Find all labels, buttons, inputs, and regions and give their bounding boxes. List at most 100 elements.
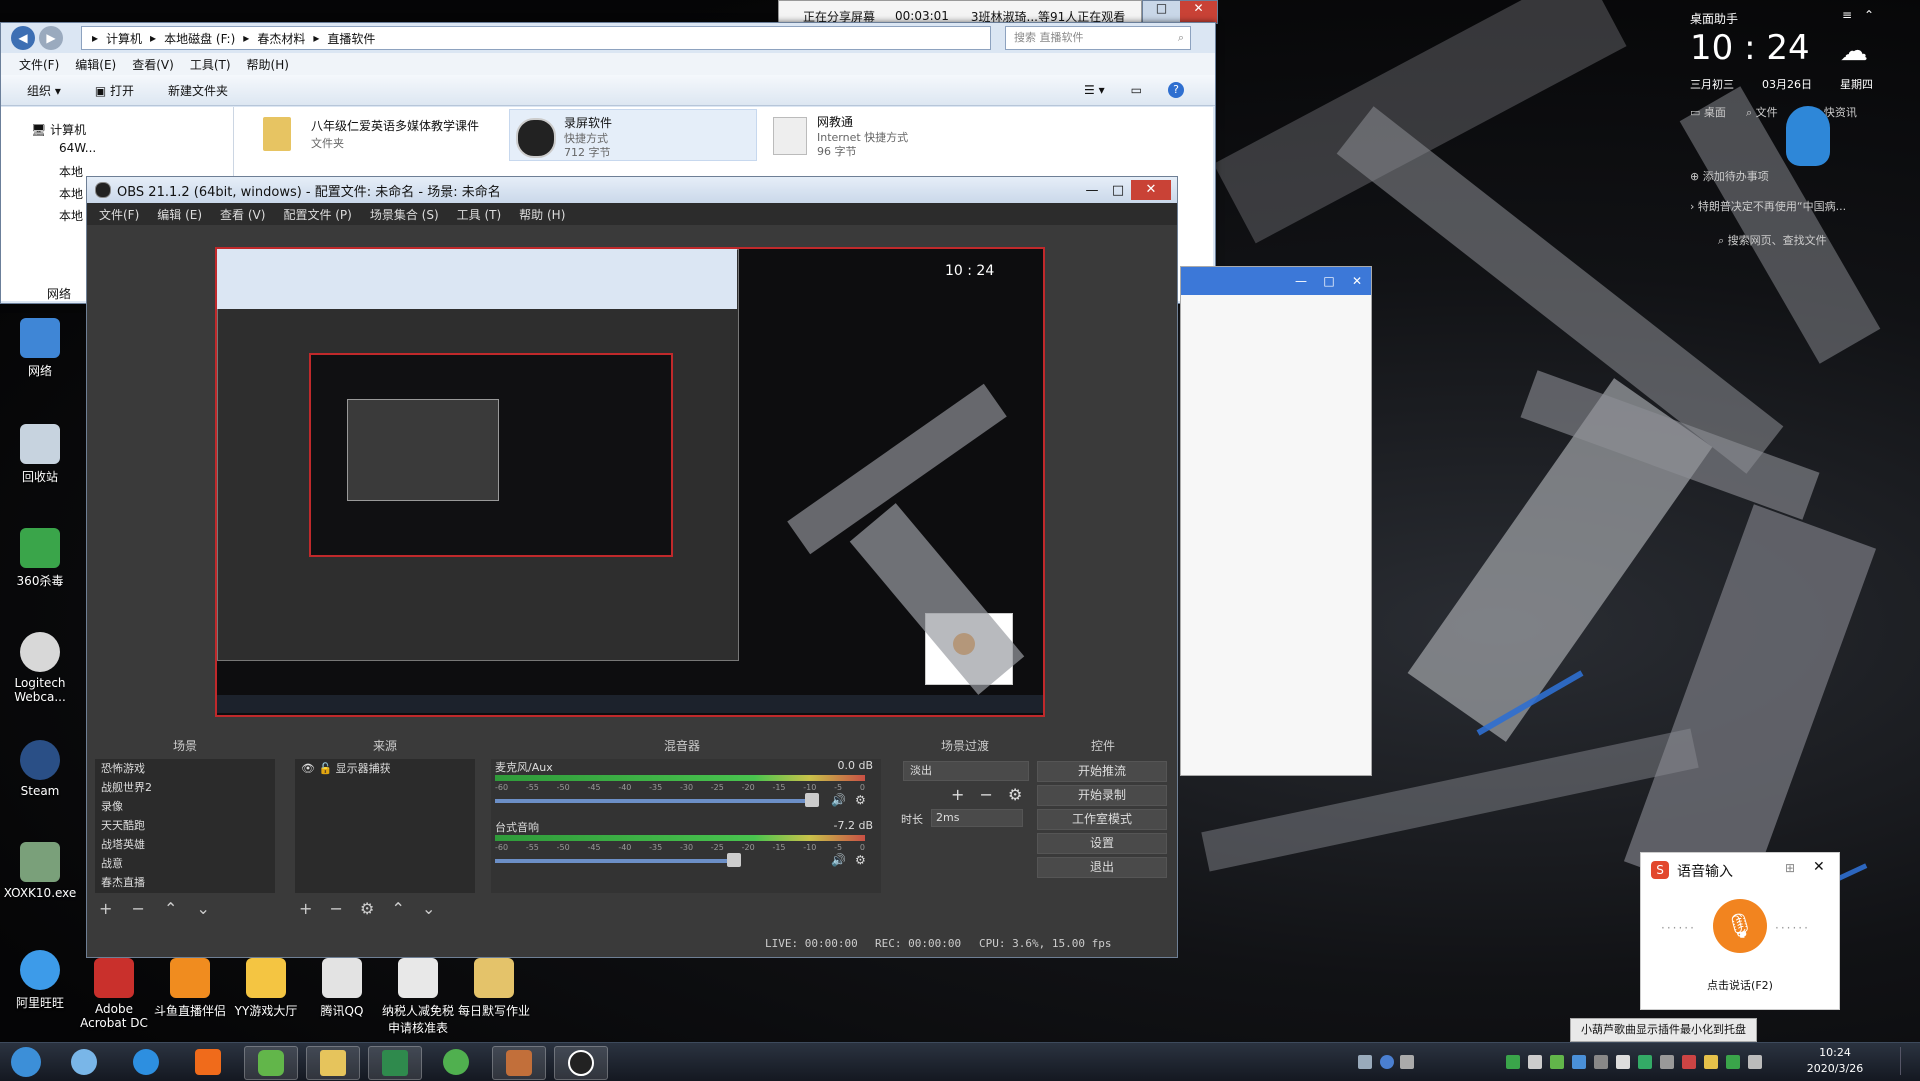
breadcrumb-item[interactable]: 春杰材料: [257, 30, 305, 47]
address-bar[interactable]: ▸ 计算机 ▸ 本地磁盘 (F:) ▸ 春杰材料 ▸ 直播软件: [81, 26, 991, 50]
speaker-icon[interactable]: 🔊: [831, 793, 846, 807]
voice-input-close-icon[interactable]: ✕: [1813, 859, 1825, 875]
nav-drive[interactable]: 本地: [59, 163, 83, 180]
source-down-icon[interactable]: ⌄: [422, 899, 435, 918]
tray-app-icon[interactable]: [1682, 1055, 1696, 1069]
tray-network-icon[interactable]: [1400, 1055, 1414, 1069]
widget-files-button[interactable]: ⌕ 文件: [1746, 104, 1778, 120]
scene-item[interactable]: 战塔英雄: [95, 835, 275, 854]
minimize-icon[interactable]: —: [1287, 274, 1315, 288]
close-icon[interactable]: ✕: [1343, 274, 1371, 288]
desktop-icon-steam[interactable]: Steam: [0, 740, 80, 798]
settings-button[interactable]: 设置: [1037, 833, 1167, 854]
tray-app-icon[interactable]: [1638, 1055, 1652, 1069]
obs-minimize-button[interactable]: —: [1079, 183, 1105, 198]
tray-app-icon[interactable]: [1704, 1055, 1718, 1069]
scene-up-icon[interactable]: ⌃: [164, 899, 177, 918]
taskbar-game[interactable]: [492, 1046, 546, 1080]
volume-slider[interactable]: [495, 799, 815, 803]
organize-button[interactable]: 组织 ▾: [27, 82, 61, 99]
menu-file[interactable]: 文件(F): [19, 56, 59, 73]
speaker-icon[interactable]: 🔊: [831, 853, 846, 867]
open-button[interactable]: ▣ 打开: [95, 82, 134, 99]
tray-flag-icon[interactable]: [1748, 1055, 1762, 1069]
desktop-icon-360[interactable]: 360杀毒: [0, 528, 80, 589]
mascot-icon[interactable]: [1786, 106, 1830, 166]
scene-item[interactable]: 恐怖游戏: [95, 759, 275, 778]
desktop-icon-homework[interactable]: 每日默写作业: [454, 958, 534, 1019]
scene-item[interactable]: 天天酷跑: [95, 816, 275, 835]
tray-app-icon[interactable]: [1660, 1055, 1674, 1069]
transition-select[interactable]: 淡出: [903, 761, 1029, 781]
source-item[interactable]: 👁 🔓 显示器捕获: [295, 759, 475, 778]
volume-slider-handle[interactable]: [727, 853, 741, 867]
lock-icon[interactable]: 🔓: [318, 762, 332, 775]
obs-menu-tools[interactable]: 工具 (T): [457, 206, 502, 223]
menu-tools[interactable]: 工具(T): [190, 56, 231, 73]
mixer-settings-gear-icon[interactable]: ⚙: [855, 853, 866, 867]
file-item[interactable]: 录屏软件 快捷方式 712 字节: [509, 109, 757, 161]
nav-drive[interactable]: 64W...: [59, 141, 96, 155]
microphone-button[interactable]: 🎙: [1713, 899, 1767, 953]
transition-settings-gear-icon[interactable]: ⚙: [1008, 785, 1022, 804]
widget-news-item[interactable]: › 特朗普决定不再使用“中国病...: [1690, 198, 1846, 214]
nav-drive[interactable]: 本地: [59, 207, 83, 224]
source-settings-gear-icon[interactable]: ⚙: [360, 899, 374, 918]
widget-collapse-icon[interactable]: ⌃: [1864, 8, 1874, 22]
desktop-icon-aliwangwang[interactable]: 阿里旺旺: [0, 950, 80, 1011]
desktop-icon-yy[interactable]: YY游戏大厅: [226, 958, 306, 1019]
remove-scene-icon[interactable]: −: [132, 899, 145, 918]
taskbar-app[interactable]: [120, 1046, 172, 1078]
tray-shield-icon[interactable]: [1726, 1055, 1740, 1069]
nav-network[interactable]: 网络: [47, 285, 71, 302]
menu-help[interactable]: 帮助(H): [247, 56, 289, 73]
maximize-icon[interactable]: □: [1315, 274, 1343, 288]
desktop-icon-xoxk[interactable]: XOXK10.exe: [0, 842, 80, 900]
start-recording-button[interactable]: 开始录制: [1037, 785, 1167, 806]
volume-slider[interactable]: [495, 859, 735, 863]
breadcrumb-item[interactable]: 直播软件: [327, 30, 375, 47]
desktop-icon-acrobat[interactable]: Adobe Acrobat DC: [74, 958, 154, 1030]
obs-close-button[interactable]: ✕: [1131, 180, 1171, 200]
taskbar-qq-browser[interactable]: [58, 1046, 110, 1078]
nav-computer[interactable]: 🖥 计算机: [31, 121, 86, 138]
file-item[interactable]: 八年级仁爱英语多媒体教学课件 文件夹: [259, 111, 499, 157]
show-desktop-button[interactable]: [1900, 1047, 1917, 1075]
add-scene-icon[interactable]: +: [99, 899, 112, 918]
desktop-icon-tax-form[interactable]: 纳税人减免税申请核准表: [378, 958, 458, 1036]
start-button[interactable]: [4, 1046, 48, 1078]
taskbar-wechat[interactable]: [244, 1046, 298, 1080]
widget-menu-icon[interactable]: ≡: [1842, 8, 1852, 22]
breadcrumb-item[interactable]: 计算机: [106, 30, 142, 47]
taskbar-explorer[interactable]: [306, 1046, 360, 1080]
tray-wechat-icon[interactable]: [1550, 1055, 1564, 1069]
share-close-button[interactable]: ✕: [1180, 1, 1217, 23]
file-item[interactable]: 网教通 Internet 快捷方式 96 字节: [767, 109, 987, 159]
desktop-icon-network[interactable]: 网络: [0, 318, 80, 379]
menu-view[interactable]: 查看(V): [132, 56, 174, 73]
scene-item[interactable]: 春杰直播: [95, 873, 275, 892]
scene-item[interactable]: 录像: [95, 797, 275, 816]
taskbar-clock[interactable]: 10:24 2020/3/26: [1790, 1045, 1880, 1077]
widget-todo[interactable]: ⊕ 添加待办事项: [1690, 168, 1769, 184]
view-options-icon[interactable]: ☰ ▾: [1084, 83, 1105, 97]
tray-app-icon[interactable]: [1528, 1055, 1542, 1069]
tray-keyboard-icon[interactable]: [1358, 1055, 1372, 1069]
widget-search[interactable]: ⌕ 搜索网页、查找文件: [1718, 232, 1827, 248]
taskbar-360[interactable]: [430, 1046, 482, 1078]
add-transition-icon[interactable]: +: [951, 785, 964, 804]
remove-transition-icon[interactable]: −: [980, 785, 993, 804]
remove-source-icon[interactable]: −: [330, 899, 343, 918]
obs-menu-edit[interactable]: 编辑 (E): [157, 206, 202, 223]
obs-preview[interactable]: 10 : 24: [215, 247, 1045, 717]
obs-menu-scene-collection[interactable]: 场景集合 (S): [370, 206, 439, 223]
desktop-icon-logitech[interactable]: Logitech Webca...: [0, 632, 80, 704]
obs-menu-view[interactable]: 查看 (V): [220, 206, 265, 223]
scene-down-icon[interactable]: ⌄: [197, 899, 210, 918]
tray-help-icon[interactable]: [1380, 1055, 1394, 1069]
tray-app-icon[interactable]: [1594, 1055, 1608, 1069]
widget-desktop-button[interactable]: ▭ 桌面: [1690, 104, 1726, 120]
share-maximize-button[interactable]: □: [1143, 1, 1180, 23]
source-up-icon[interactable]: ⌃: [391, 899, 404, 918]
desktop-icon-douyu[interactable]: 斗鱼直播伴侣: [150, 958, 230, 1019]
